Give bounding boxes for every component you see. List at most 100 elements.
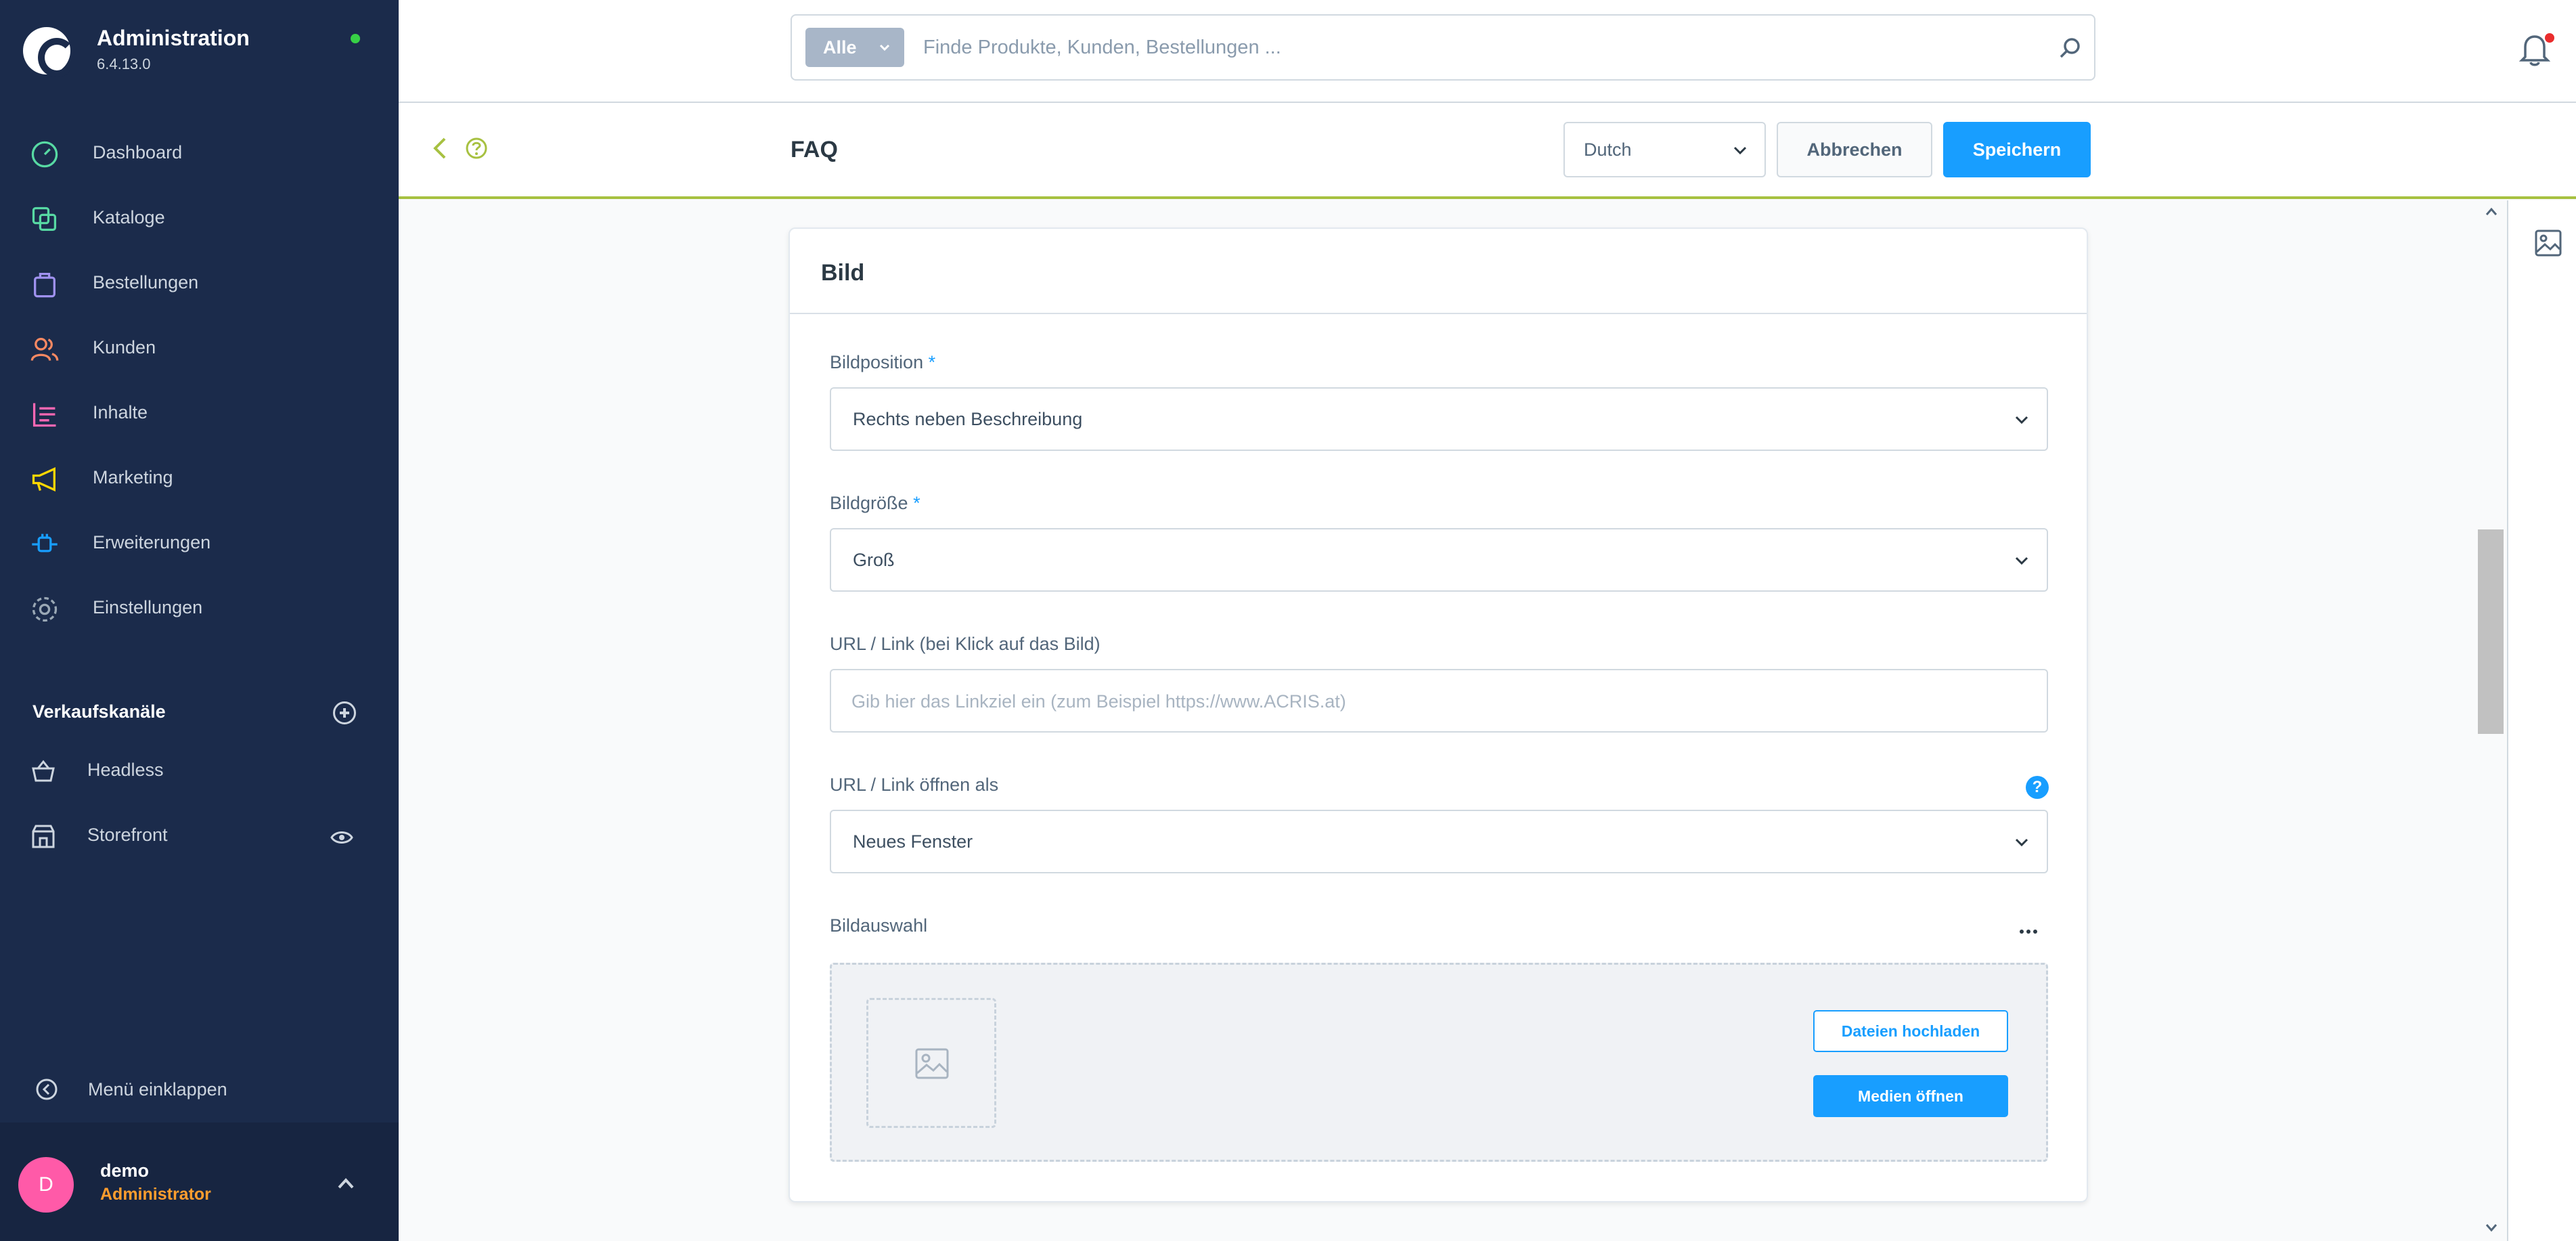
user-menu[interactable]: D demo Administrator xyxy=(0,1123,399,1241)
save-button[interactable]: Speichern xyxy=(1943,122,2091,177)
cancel-button[interactable]: Abbrechen xyxy=(1777,122,1932,177)
basket-icon xyxy=(32,760,55,782)
content-icon xyxy=(32,403,56,427)
image-preview xyxy=(866,998,996,1128)
user-role: Administrator xyxy=(100,1185,211,1204)
url-link-label: URL / Link (bei Klick auf das Bild) xyxy=(830,634,1101,654)
search-type-label: Alle xyxy=(823,37,857,58)
user-name: demo xyxy=(100,1160,150,1181)
plug-icon xyxy=(32,534,58,552)
image-size-label: Bildgröße * xyxy=(830,493,920,514)
admin-sidebar: Administration 6.4.13.0 Dashboard Katalo… xyxy=(0,0,399,1241)
smart-bar: FAQ Dutch Abbrechen Speichern xyxy=(399,103,2576,199)
collapse-icon xyxy=(36,1079,58,1100)
search-input[interactable] xyxy=(923,25,2006,70)
storefront-icon xyxy=(32,825,55,848)
sidebar-item-label: Dashboard xyxy=(93,142,183,162)
sidebar-item-label: Marketing xyxy=(93,467,173,487)
sidebar-item-kunden[interactable]: Kunden xyxy=(0,317,399,382)
app-title: Administration xyxy=(97,26,250,50)
top-header: Alle xyxy=(399,0,2576,103)
chevron-down-icon xyxy=(879,44,890,51)
url-link-field[interactable] xyxy=(830,669,2048,733)
customers-icon xyxy=(30,337,59,361)
megaphone-icon xyxy=(32,467,55,492)
sidebar-item-dashboard[interactable]: Dashboard xyxy=(0,122,399,187)
open-media-button[interactable]: Medien öffnen xyxy=(1813,1075,2008,1117)
image-size-label-text: Bildgröße xyxy=(830,493,908,513)
sidebar-item-label: Kataloge xyxy=(93,207,165,227)
image-selection-label: Bildauswahl xyxy=(830,915,928,936)
sidebar-item-label: Bestellungen xyxy=(93,272,199,292)
app-version: 6.4.13.0 xyxy=(97,56,151,72)
avatar: D xyxy=(18,1157,74,1213)
help-icon[interactable] xyxy=(465,137,488,160)
card-header: Bild xyxy=(790,229,2087,314)
language-value: Dutch xyxy=(1584,139,1632,160)
gear-icon xyxy=(32,596,58,622)
global-search: Alle xyxy=(791,14,2095,81)
online-status-dot xyxy=(351,34,360,43)
chevron-down-icon xyxy=(2015,557,2028,565)
bag-icon xyxy=(34,272,55,298)
url-open-mode-label: URL / Link öffnen als xyxy=(830,775,999,795)
sidebar-item-kataloge[interactable]: Kataloge xyxy=(0,187,399,252)
url-open-mode-value: Neues Fenster xyxy=(853,831,973,852)
brand-header: Administration 6.4.13.0 xyxy=(0,0,399,108)
help-tooltip-icon[interactable]: ? xyxy=(2026,776,2049,799)
dashboard-icon xyxy=(31,141,58,168)
search-type-select[interactable]: Alle xyxy=(805,28,904,67)
sidebar-item-einstellungen[interactable]: Einstellungen xyxy=(0,577,399,642)
chevron-up-icon[interactable] xyxy=(336,1175,356,1192)
image-position-select[interactable]: Rechts neben Beschreibung xyxy=(830,387,2048,451)
sales-channel-label: Storefront xyxy=(87,825,168,845)
sidebar-item-erweiterungen[interactable]: Erweiterungen xyxy=(0,512,399,577)
add-sales-channel-icon[interactable] xyxy=(333,701,356,724)
media-upload-dropzone[interactable]: Dateien hochladen Medien öffnen xyxy=(830,963,2048,1162)
sales-channel-label: Headless xyxy=(87,760,164,780)
eye-icon[interactable] xyxy=(330,827,353,848)
card-title: Bild xyxy=(821,260,865,286)
page-title: FAQ xyxy=(791,137,838,162)
scroll-down-icon[interactable] xyxy=(2484,1221,2499,1234)
image-size-select[interactable]: Groß xyxy=(830,528,2048,592)
right-sidebar xyxy=(2507,200,2576,1241)
sales-channel-headless[interactable]: Headless xyxy=(0,739,399,804)
collapse-menu-button[interactable]: Menü einklappen xyxy=(0,1064,399,1116)
catalog-icon xyxy=(32,206,57,232)
image-card: Bild Bildposition * Rechts neben Beschre… xyxy=(789,227,2088,1202)
sidebar-item-label: Erweiterungen xyxy=(93,532,211,552)
image-position-label: Bildposition * xyxy=(830,352,935,373)
url-open-mode-select[interactable]: Neues Fenster xyxy=(830,810,2048,873)
scroll-up-icon[interactable] xyxy=(2484,206,2499,218)
chevron-down-icon xyxy=(1733,146,1747,155)
chevron-down-icon xyxy=(2015,416,2028,424)
language-switch[interactable]: Dutch xyxy=(1563,122,1766,177)
search-icon[interactable] xyxy=(2058,36,2082,60)
image-size-value: Groß xyxy=(853,550,895,570)
image-position-value: Rechts neben Beschreibung xyxy=(853,409,1083,429)
required-mark: * xyxy=(913,493,920,513)
collapse-menu-label: Menü einklappen xyxy=(88,1079,227,1100)
content-scrollbar[interactable] xyxy=(2477,200,2505,1241)
chevron-down-icon xyxy=(2015,838,2028,847)
shopware-logo[interactable] xyxy=(23,27,76,77)
sidebar-item-label: Inhalte xyxy=(93,402,148,422)
more-options-icon[interactable] xyxy=(2015,926,2042,937)
upload-files-button[interactable]: Dateien hochladen xyxy=(1813,1010,2008,1052)
sidebar-item-bestellungen[interactable]: Bestellungen xyxy=(0,252,399,317)
sidebar-item-label: Kunden xyxy=(93,337,156,357)
back-arrow-icon[interactable] xyxy=(431,135,447,161)
sidebar-item-inhalte[interactable]: Inhalte xyxy=(0,382,399,447)
sales-channel-storefront[interactable]: Storefront xyxy=(0,804,399,869)
image-placeholder-icon xyxy=(915,1048,949,1079)
image-position-label-text: Bildposition xyxy=(830,352,924,372)
url-link-input[interactable] xyxy=(851,682,2022,720)
required-mark: * xyxy=(928,352,936,372)
sidebar-item-label: Einstellungen xyxy=(93,597,203,617)
sales-channels-title: Verkaufskanäle xyxy=(32,701,166,722)
sidebar-item-marketing[interactable]: Marketing xyxy=(0,447,399,512)
scrollbar-thumb[interactable] xyxy=(2478,529,2504,734)
notification-badge xyxy=(2545,33,2554,43)
media-sidebar-icon[interactable] xyxy=(2534,229,2562,257)
